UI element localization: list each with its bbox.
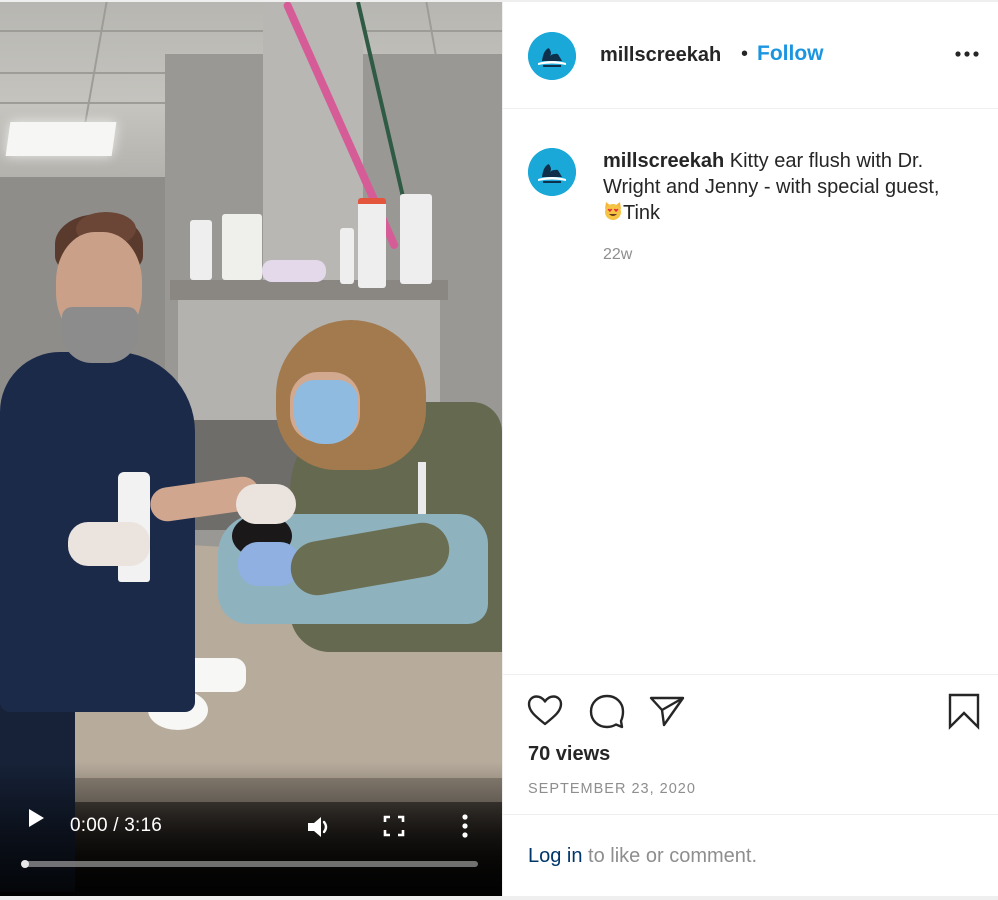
- login-link[interactable]: Log in: [528, 845, 583, 867]
- separator-dot: •: [741, 43, 749, 65]
- like-button[interactable]: [525, 691, 565, 731]
- save-button[interactable]: [944, 691, 984, 731]
- heart-icon: [527, 695, 563, 726]
- volume-icon: [308, 817, 328, 837]
- play-button[interactable]: [26, 808, 46, 828]
- post-age[interactable]: 22w: [603, 246, 632, 264]
- more-horizontal-icon: [955, 51, 979, 57]
- video-more-button[interactable]: [454, 812, 476, 840]
- volume-button[interactable]: [306, 814, 334, 840]
- caption-section: millscreekah Kitty ear flush with Dr. Wr…: [503, 108, 998, 674]
- post-date: SEPTEMBER 23, 2020: [528, 781, 696, 797]
- caption-cat-name: Tink: [623, 202, 661, 224]
- post-actions: 70 views SEPTEMBER 23, 2020: [503, 674, 998, 815]
- login-prompt: Log in to like or comment.: [503, 814, 998, 897]
- caption-username[interactable]: millscreekah: [603, 150, 724, 172]
- video-progress-bar[interactable]: [21, 860, 478, 868]
- fullscreen-icon: [383, 815, 405, 837]
- comment-button[interactable]: [587, 691, 627, 731]
- progress-scrubber[interactable]: [21, 860, 29, 868]
- post-header: millscreekah • Follow: [503, 2, 998, 109]
- video-player[interactable]: 0:00 / 3:16: [0, 2, 502, 896]
- caption-avatar[interactable]: [528, 148, 576, 196]
- post-caption: millscreekah Kitty ear flush with Dr. Wr…: [603, 148, 963, 226]
- post-options-button[interactable]: [954, 46, 980, 62]
- bookmark-icon: [948, 693, 980, 730]
- millscreek-logo-icon: [528, 32, 576, 80]
- post-sidebar: millscreekah • Follow millscreekah Kitty…: [502, 2, 998, 896]
- fullscreen-button[interactable]: [382, 814, 406, 838]
- follow-button[interactable]: Follow: [757, 42, 824, 66]
- millscreek-logo-icon: [528, 148, 576, 196]
- share-button[interactable]: [647, 691, 687, 731]
- video-controls: 0:00 / 3:16: [0, 2, 502, 896]
- login-prompt-text: Log in to like or comment.: [528, 845, 757, 868]
- profile-avatar[interactable]: [528, 32, 576, 80]
- instagram-post: 0:00 / 3:16 millscreekah • Follow millsc…: [0, 2, 998, 896]
- login-prompt-rest: to like or comment.: [582, 845, 758, 867]
- view-count: 70 views: [528, 743, 611, 765]
- comment-icon: [589, 694, 625, 729]
- play-icon: [29, 809, 44, 827]
- heart-eyes-cat-emoji-icon: [603, 201, 623, 221]
- post-author-username[interactable]: millscreekah: [600, 44, 721, 67]
- paper-plane-icon: [649, 696, 685, 727]
- more-vertical-icon: [462, 814, 468, 838]
- time-display: 0:00 / 3:16: [70, 815, 162, 836]
